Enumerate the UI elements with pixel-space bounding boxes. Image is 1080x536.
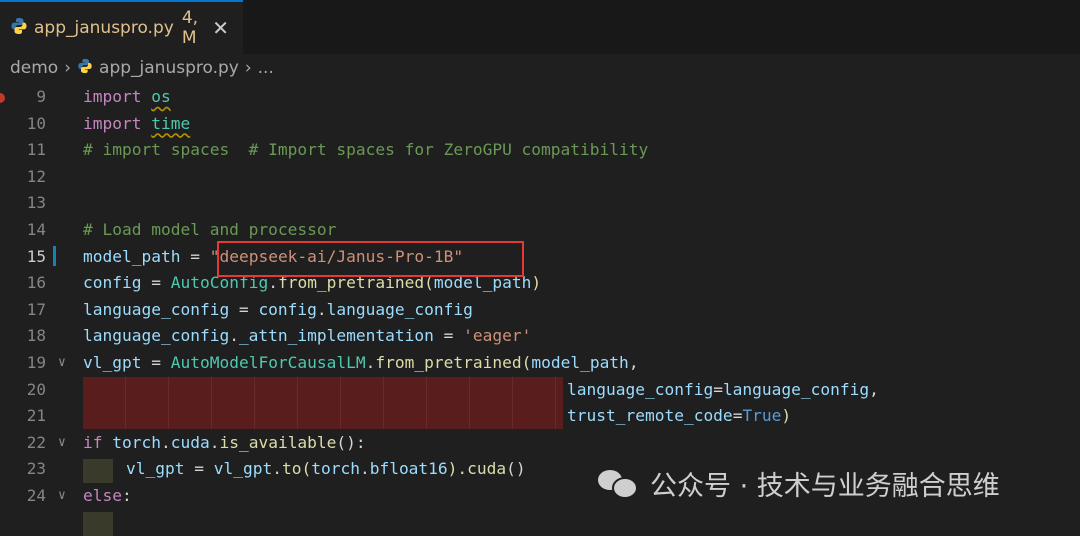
line-number: 22	[26, 432, 46, 452]
line-number: 15	[26, 246, 46, 266]
line-number: 24	[26, 486, 46, 505]
line-number: 14	[26, 220, 46, 239]
indent-guide	[83, 512, 113, 536]
code-line: 10 import time	[0, 111, 1080, 138]
breadcrumb-file[interactable]: app_januspro.py	[99, 58, 239, 78]
line-number: 16	[26, 273, 46, 293]
line-number: 17	[26, 299, 46, 319]
line-number: 23	[26, 459, 46, 479]
chevron-right-icon: ›	[64, 58, 72, 78]
code-line: 11 # import spaces # Import spaces for Z…	[0, 137, 1080, 164]
tab-bar: app_januspro.py 4, M ✕	[0, 0, 1080, 54]
watermark-text: 公众号 · 技术与业务融合思维	[650, 470, 1000, 502]
tab-badge: 4, M	[181, 8, 199, 48]
code-line: 19 ∨ vl_gpt = AutoModelForCausalLM.from_…	[0, 350, 1080, 377]
line-number: 10	[26, 113, 46, 133]
code-line-current: 15 model_path = "deepseek-ai/Janus-Pro-1…	[0, 244, 1080, 271]
line-number: 9	[36, 87, 46, 106]
tab-app-januspro[interactable]: app_januspro.py 4, M ✕	[0, 0, 243, 54]
breadcrumb-more[interactable]: ...	[258, 58, 274, 78]
breadcrumb: demo › app_januspro.py › ...	[0, 54, 1080, 82]
chevron-down-icon[interactable]: ∨	[58, 483, 66, 510]
code-line: 18 language_config._attn_implementation …	[0, 323, 1080, 350]
line-number: 11	[26, 140, 46, 160]
chevron-down-icon[interactable]: ∨	[58, 430, 66, 457]
code-line: 21 trust_remote_code=True)	[0, 403, 1080, 430]
code-line: 12	[0, 164, 1080, 191]
code-line: 22 ∨ if torch.cuda.is_available():	[0, 430, 1080, 457]
highlight-box	[217, 241, 524, 277]
line-number: 20	[26, 379, 46, 399]
code-line: 13	[0, 190, 1080, 217]
tab-filename: app_januspro.py	[34, 18, 174, 38]
chevron-right-icon: ›	[244, 58, 252, 78]
close-icon[interactable]: ✕	[212, 16, 229, 40]
line-number: 19	[26, 353, 46, 372]
line-number: 21	[26, 406, 46, 426]
line-number: 13	[26, 193, 46, 213]
python-file-icon	[10, 17, 28, 40]
code-line: 17 language_config = config.language_con…	[0, 297, 1080, 324]
chevron-down-icon[interactable]: ∨	[58, 350, 66, 377]
watermark: 公众号 · 技术与业务融合思维	[598, 459, 1058, 507]
breadcrumb-folder[interactable]: demo	[10, 58, 58, 78]
line-number: 18	[26, 326, 46, 346]
code-line: 16 config = AutoConfig.from_pretrained(m…	[0, 270, 1080, 297]
line-number: 12	[26, 166, 46, 186]
python-file-icon	[77, 58, 93, 79]
wechat-icon	[598, 468, 638, 499]
code-line: 14 # Load model and processor	[0, 217, 1080, 244]
code-line: 9 import os	[0, 84, 1080, 111]
code-line: 20 language_config=language_config,	[0, 377, 1080, 404]
